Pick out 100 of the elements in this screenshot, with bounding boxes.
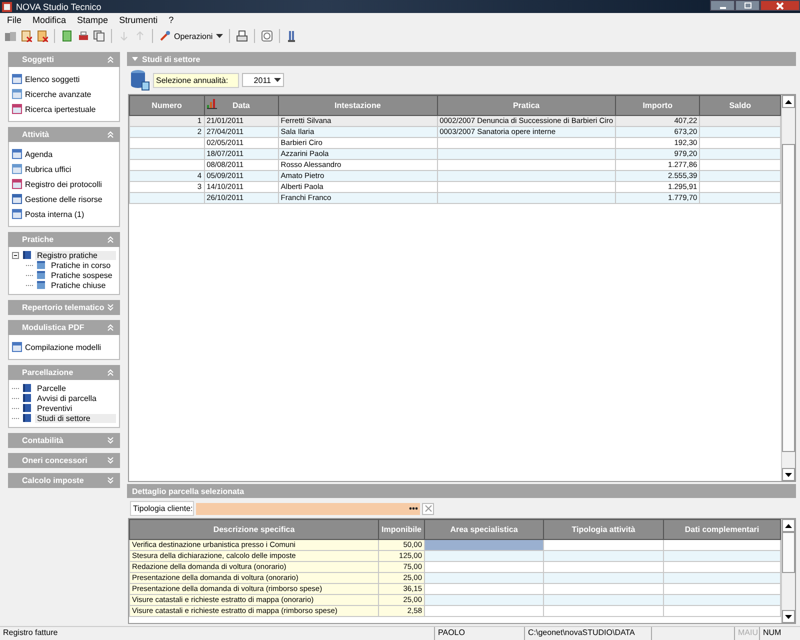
printer-icon xyxy=(77,30,89,42)
menu-item[interactable]: Strumenti xyxy=(118,14,159,24)
chevron-down-icon[interactable] xyxy=(107,437,114,444)
sidebar-item[interactable]: Ricerca ipertestuale xyxy=(12,103,116,115)
arrow-down-icon xyxy=(785,614,792,618)
book-icon xyxy=(36,280,46,290)
maximize-button[interactable] xyxy=(735,0,760,11)
book-icon xyxy=(22,413,32,423)
arrow-up-icon xyxy=(785,100,792,104)
sidebar-item[interactable]: Agenda xyxy=(12,148,116,160)
section-title: Oneri concessori xyxy=(22,456,88,465)
book-icon xyxy=(36,260,46,270)
section-title: Calcolo imposte xyxy=(22,476,84,485)
menu-item[interactable]: ? xyxy=(168,14,175,24)
tree-item[interactable]: Preventivi xyxy=(35,404,116,412)
year-dropdown[interactable]: 2011 xyxy=(242,73,284,87)
database-icon xyxy=(130,69,150,91)
close-icon xyxy=(776,2,784,10)
section-title: Repertorio telematico xyxy=(22,303,104,312)
panel-header: Dettaglio parcella selezionata xyxy=(127,484,796,498)
sidebar-item[interactable]: Elenco soggetti xyxy=(12,73,116,85)
collapse-icon[interactable] xyxy=(12,252,19,258)
book-icon xyxy=(22,250,32,260)
scroll-up-button[interactable] xyxy=(782,95,795,108)
scroll-down-button[interactable] xyxy=(782,610,795,623)
tools-icon xyxy=(159,30,171,42)
status-text: Registro fatture xyxy=(2,627,59,639)
caret-icon xyxy=(274,78,281,82)
section-title: Parcellazione xyxy=(22,368,74,377)
clear-button[interactable] xyxy=(422,502,434,514)
scrollbar-thumb[interactable] xyxy=(782,144,795,452)
bar-chart-icon xyxy=(206,99,217,109)
window-title: NOVA Studio Tecnico xyxy=(16,2,102,12)
section-title: Attività xyxy=(22,130,50,139)
close-icon xyxy=(424,505,432,512)
tree-item[interactable]: Avvisi di parcella xyxy=(35,394,116,402)
chevron-up-icon[interactable] xyxy=(107,369,114,376)
close-button[interactable] xyxy=(760,0,800,11)
chevron-up-icon[interactable] xyxy=(107,236,114,243)
window-icon xyxy=(12,179,22,189)
column-icon xyxy=(286,30,298,42)
book-icon xyxy=(22,383,32,393)
status-text: NUM xyxy=(759,627,800,640)
arrow-up-icon xyxy=(785,524,792,528)
sidebar-item[interactable]: Rubrica uffici xyxy=(12,163,116,175)
scroll-down-button[interactable] xyxy=(782,468,795,481)
section-title: Pratiche xyxy=(22,235,54,244)
sidebar-item[interactable]: Registro dei protocolli xyxy=(12,178,116,190)
operations-dropdown[interactable]: Operazioni xyxy=(158,28,224,44)
tree-item[interactable]: Pratiche sospese xyxy=(49,270,116,280)
tree-item[interactable]: Studi di settore xyxy=(35,414,116,422)
chevron-down-icon[interactable] xyxy=(107,477,114,484)
toolbar-button[interactable] xyxy=(234,28,249,44)
toolbar-button[interactable] xyxy=(92,28,106,44)
scroll-up-button[interactable] xyxy=(782,519,795,532)
document-delete-icon xyxy=(36,30,48,42)
chevron-up-icon[interactable] xyxy=(107,324,114,331)
book-icon xyxy=(36,270,46,280)
scrollbar[interactable] xyxy=(781,95,795,481)
section-title: Contabilità xyxy=(22,436,64,445)
sidebar-item[interactable]: Gestione delle risorse xyxy=(12,193,116,205)
status-text: PAOLO xyxy=(434,627,524,640)
window-icon xyxy=(12,104,22,114)
filter-label: Selezione annualità: xyxy=(153,72,239,88)
sidebar-item[interactable]: Ricerche avanzate xyxy=(12,88,116,100)
book-icon xyxy=(22,393,32,403)
status-text: MAIU xyxy=(734,627,759,640)
scrollbar[interactable] xyxy=(781,519,795,623)
section-title: Modulistica PDF xyxy=(22,323,84,332)
chevron-down-icon[interactable] xyxy=(107,304,114,311)
app-icon xyxy=(2,2,12,12)
window-icon xyxy=(12,342,22,352)
client-type-field[interactable] xyxy=(196,502,420,514)
minimize-button[interactable] xyxy=(710,0,735,11)
copy-icon xyxy=(93,30,105,42)
status-text: C:\geonet\novaSTUDIO\DATA xyxy=(524,627,651,640)
tree-item[interactable]: Registro pratiche xyxy=(35,250,116,260)
document-delete-icon xyxy=(20,30,32,42)
tree-item[interactable]: Parcelle xyxy=(35,384,116,392)
menu-item[interactable]: File xyxy=(6,14,23,24)
restore-icon xyxy=(744,2,752,9)
printer-icon xyxy=(236,30,248,42)
sidebar-item[interactable]: Posta interna (1) xyxy=(12,208,116,220)
arrow-up-icon xyxy=(134,30,146,42)
more-icon[interactable] xyxy=(409,507,418,510)
chevron-up-icon[interactable] xyxy=(107,56,114,63)
chevron-up-icon[interactable] xyxy=(107,131,114,138)
toolbar-button[interactable] xyxy=(260,28,274,44)
toolbar-button[interactable] xyxy=(19,28,33,44)
toolbar-button[interactable] xyxy=(60,28,74,44)
menu-item[interactable]: Stampe xyxy=(76,14,110,24)
window-icon xyxy=(12,209,22,219)
field-label: Tipologia cliente: xyxy=(130,501,194,516)
tree-item[interactable]: Pratiche chiuse xyxy=(49,280,116,290)
menu-item[interactable]: Modifica xyxy=(32,14,68,24)
chevron-down-icon[interactable] xyxy=(107,457,114,464)
toolbar-button[interactable] xyxy=(35,28,49,44)
window-icon xyxy=(12,74,22,84)
tree-item[interactable]: Pratiche in corso xyxy=(49,260,116,270)
scrollbar-thumb[interactable] xyxy=(782,532,795,573)
